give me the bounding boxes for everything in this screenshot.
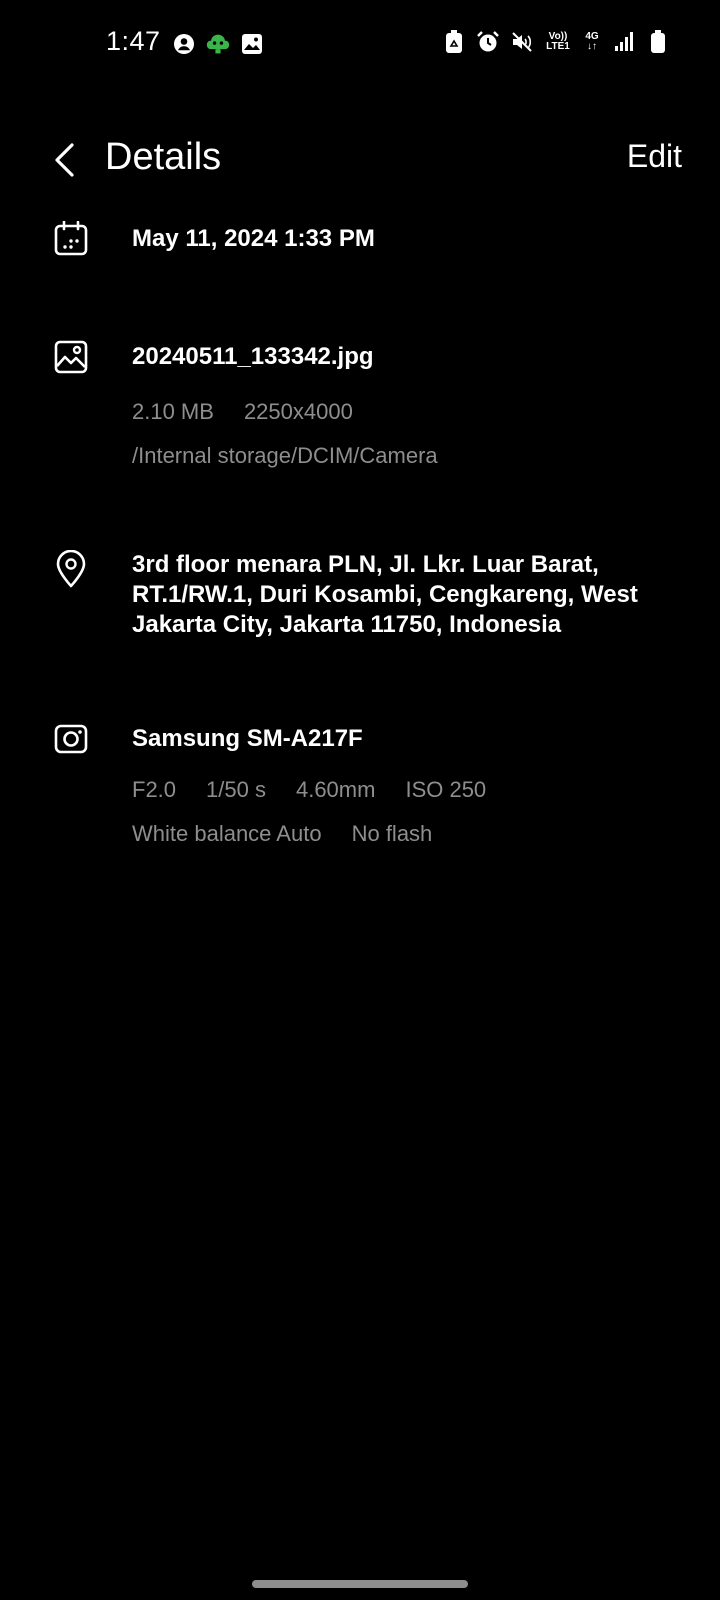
camera-icon <box>52 720 90 758</box>
signal-icon <box>612 30 636 54</box>
app-header: Details Edit <box>0 120 720 200</box>
camera-settings: White balance Auto No flash <box>132 820 680 848</box>
status-right-icons: Vo)) LTE1 4G ↓↑ <box>442 30 670 54</box>
image-icon <box>52 338 90 376</box>
details-screen: 1:47 Vo)) LTE1 4G ↓↑ Details Edit May 11… <box>0 0 720 1600</box>
back-arrow-icon <box>55 143 74 177</box>
iso: ISO 250 <box>405 777 487 802</box>
battery-icon <box>646 30 670 54</box>
alarm-icon <box>476 30 500 54</box>
status-time: 1:47 <box>106 26 161 56</box>
aperture: F2.0 <box>132 777 177 802</box>
file-path: /Internal storage/DCIM/Camera <box>132 443 438 468</box>
mute-icon <box>510 30 534 54</box>
edit-button[interactable]: Edit <box>627 138 682 175</box>
4g-icon: 4G ↓↑ <box>585 31 599 52</box>
file-resolution: 2250x4000 <box>243 399 353 424</box>
camera-exposure: F2.0 1/50 s 4.60mm ISO 250 <box>132 776 680 804</box>
white-balance: White balance Auto <box>132 821 322 846</box>
status-bar: 1:47 Vo)) LTE1 4G ↓↑ <box>0 0 720 90</box>
calendar-icon <box>52 220 90 258</box>
location-address: 3rd floor menara PLN, Jl. Lkr. Luar Bara… <box>132 551 638 638</box>
focal-length: 4.60mm <box>295 777 376 802</box>
account-icon <box>172 32 196 56</box>
app-notification-icon <box>206 32 230 56</box>
camera-model: Samsung SM-A217F <box>132 725 363 752</box>
back-button[interactable] <box>44 138 84 182</box>
navigation-handle[interactable] <box>252 1580 468 1588</box>
location-pin-icon <box>52 550 90 588</box>
date-taken: May 11, 2024 1:33 PM <box>132 225 375 252</box>
shutter-speed: 1/50 s <box>206 777 266 802</box>
file-name: 20240511_133342.jpg <box>132 343 374 370</box>
gallery-icon <box>240 32 264 56</box>
flash: No flash <box>351 821 433 846</box>
file-size: 2.10 MB <box>132 399 214 424</box>
status-left-icons <box>172 32 264 56</box>
volte-icon: Vo)) LTE1 <box>546 31 570 52</box>
file-meta: 2.10 MB 2250x4000 <box>132 398 680 426</box>
page-title: Details <box>105 136 222 178</box>
battery-saver-icon <box>442 30 466 54</box>
